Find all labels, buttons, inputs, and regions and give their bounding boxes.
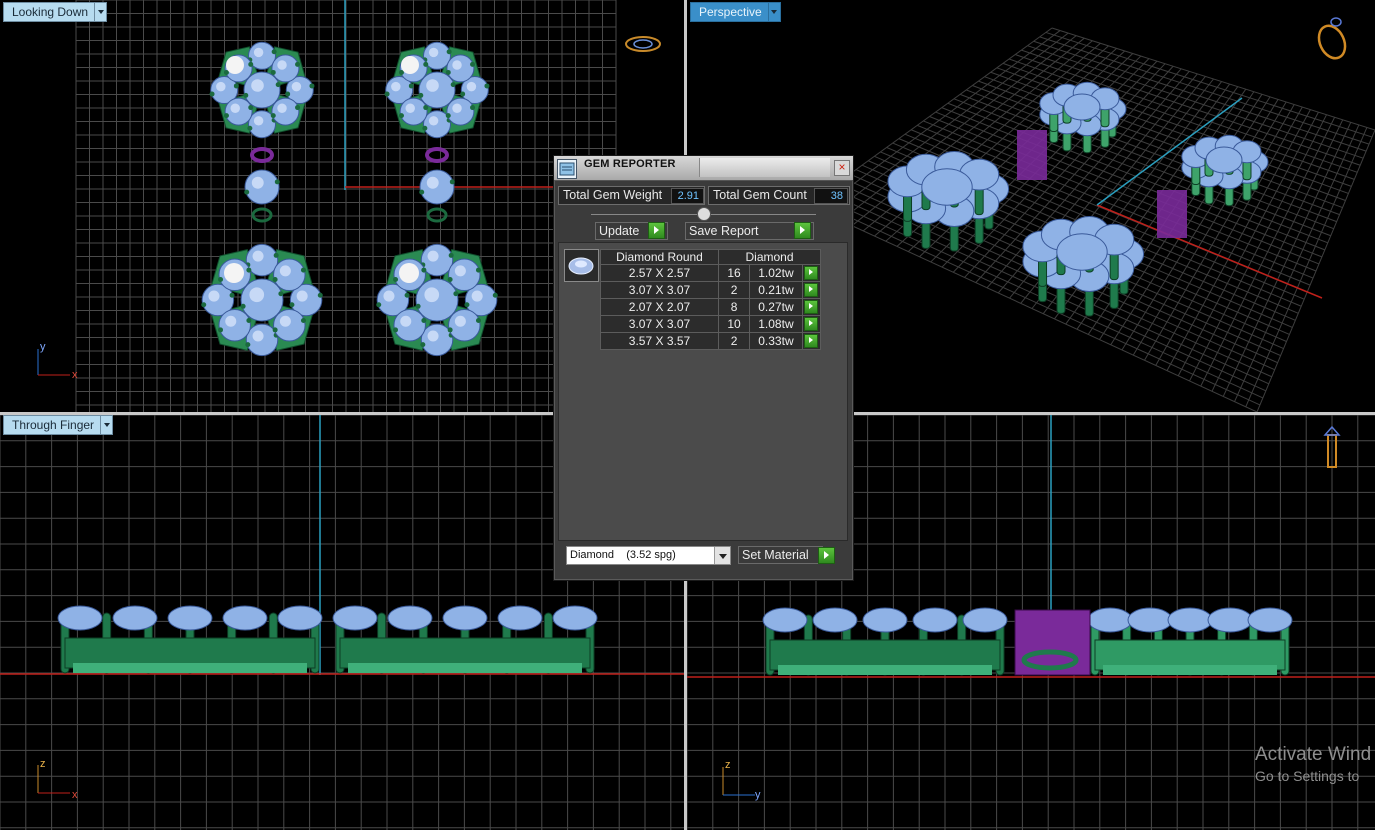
- table-row[interactable]: 2.57 X 2.57 16 1.02tw: [600, 264, 822, 282]
- save-report-go-icon[interactable]: [794, 222, 811, 239]
- chevron-down-icon[interactable]: [714, 547, 730, 564]
- titlebar-segment: [699, 158, 830, 177]
- gem-size: 3.07 X 3.07: [600, 281, 719, 299]
- total-gem-count-label: Total Gem Count: [713, 188, 807, 202]
- total-gem-count-value: 38: [814, 188, 848, 204]
- select-row-go-icon[interactable]: [804, 317, 819, 331]
- activate-windows-watermark: Activate Wind Go to Settings to: [1255, 744, 1371, 784]
- table-row[interactable]: 3.07 X 3.07 10 1.08tw: [600, 315, 822, 333]
- set-material-go-icon[interactable]: [818, 547, 835, 564]
- chevron-down-icon[interactable]: [768, 2, 781, 22]
- update-go-icon[interactable]: [648, 222, 665, 239]
- total-gem-count: Total Gem Count 38: [708, 186, 850, 205]
- watermark-line-1: Activate Wind: [1255, 744, 1372, 765]
- ring-thumbnail-icon: [625, 36, 661, 52]
- material-select-value: Diamond (3.52 spg): [570, 549, 676, 561]
- save-report-button-label: Save Report: [689, 224, 759, 238]
- dialog-title: GEM REPORTER: [584, 158, 676, 170]
- splitter-handle[interactable]: [697, 207, 711, 221]
- gem-weight: 0.33tw: [749, 332, 803, 350]
- total-gem-weight: Total Gem Weight 2.91: [558, 186, 705, 205]
- svg-text:y: y: [40, 341, 46, 353]
- table-row[interactable]: 2.07 X 2.07 8 0.27tw: [600, 298, 822, 316]
- set-material-button[interactable]: Set Material: [738, 546, 823, 564]
- view-selector-looking-down[interactable]: Looking Down: [3, 2, 108, 22]
- diamond-round-icon[interactable]: [564, 249, 599, 282]
- gem-table: Diamond Round Diamond 2.57 X 2.57 16 1.0…: [600, 249, 822, 350]
- svg-text:z: z: [40, 758, 46, 770]
- gem-count: 10: [717, 315, 751, 333]
- view-label: Through Finger: [3, 415, 102, 435]
- gem-weight: 0.21tw: [749, 281, 803, 299]
- gem-count: 2: [717, 281, 751, 299]
- view-label: Looking Down: [3, 2, 96, 22]
- gem-weight: 1.08tw: [749, 315, 803, 333]
- column-header-shape: Diamond Round: [600, 249, 719, 265]
- gem-count: 16: [717, 264, 751, 282]
- total-gem-weight-value: 2.91: [671, 188, 704, 204]
- gem-reporter-icon: [557, 159, 577, 179]
- view-selector-through-finger[interactable]: Through Finger: [3, 415, 114, 435]
- svg-text:x: x: [72, 789, 78, 801]
- gem-count: 8: [717, 298, 751, 316]
- table-row[interactable]: 3.57 X 3.57 2 0.33tw: [600, 332, 822, 350]
- dialog-titlebar[interactable]: GEM REPORTER ×: [554, 156, 853, 181]
- gem-reporter-dialog: GEM REPORTER × Total Gem Weight 2.91 Tot…: [553, 155, 854, 581]
- material-select[interactable]: Diamond (3.52 spg): [566, 546, 731, 565]
- update-button-label: Update: [599, 224, 640, 238]
- gem-size: 2.57 X 2.57: [600, 264, 719, 282]
- chevron-down-icon[interactable]: [101, 415, 114, 435]
- select-row-go-icon[interactable]: [804, 300, 819, 314]
- select-row-go-icon[interactable]: [804, 334, 819, 348]
- view-label: Perspective: [690, 2, 769, 22]
- svg-text:y: y: [755, 789, 761, 801]
- set-material-button-label: Set Material: [742, 548, 809, 562]
- select-row-go-icon[interactable]: [804, 266, 819, 280]
- gem-size: 3.57 X 3.57: [600, 332, 719, 350]
- select-row-go-icon[interactable]: [804, 283, 819, 297]
- chevron-down-icon[interactable]: [95, 2, 108, 22]
- column-header-material: Diamond: [718, 249, 821, 265]
- gem-list-panel: Diamond Round Diamond 2.57 X 2.57 16 1.0…: [558, 242, 848, 541]
- close-icon[interactable]: ×: [834, 160, 850, 176]
- ring-thumbnail-icon: [1317, 17, 1347, 60]
- table-row[interactable]: 3.07 X 3.07 2 0.21tw: [600, 281, 822, 299]
- watermark-line-2: Go to Settings to: [1255, 768, 1360, 784]
- gem-size: 2.07 X 2.07: [600, 298, 719, 316]
- gem-weight: 0.27tw: [749, 298, 803, 316]
- gem-size: 3.07 X 3.07: [600, 315, 719, 333]
- svg-text:x: x: [72, 369, 78, 381]
- gem-weight: 1.02tw: [749, 264, 803, 282]
- total-gem-weight-label: Total Gem Weight: [563, 188, 663, 202]
- view-selector-perspective[interactable]: Perspective: [690, 2, 781, 22]
- gem-count: 2: [717, 332, 751, 350]
- svg-text:z: z: [725, 759, 731, 771]
